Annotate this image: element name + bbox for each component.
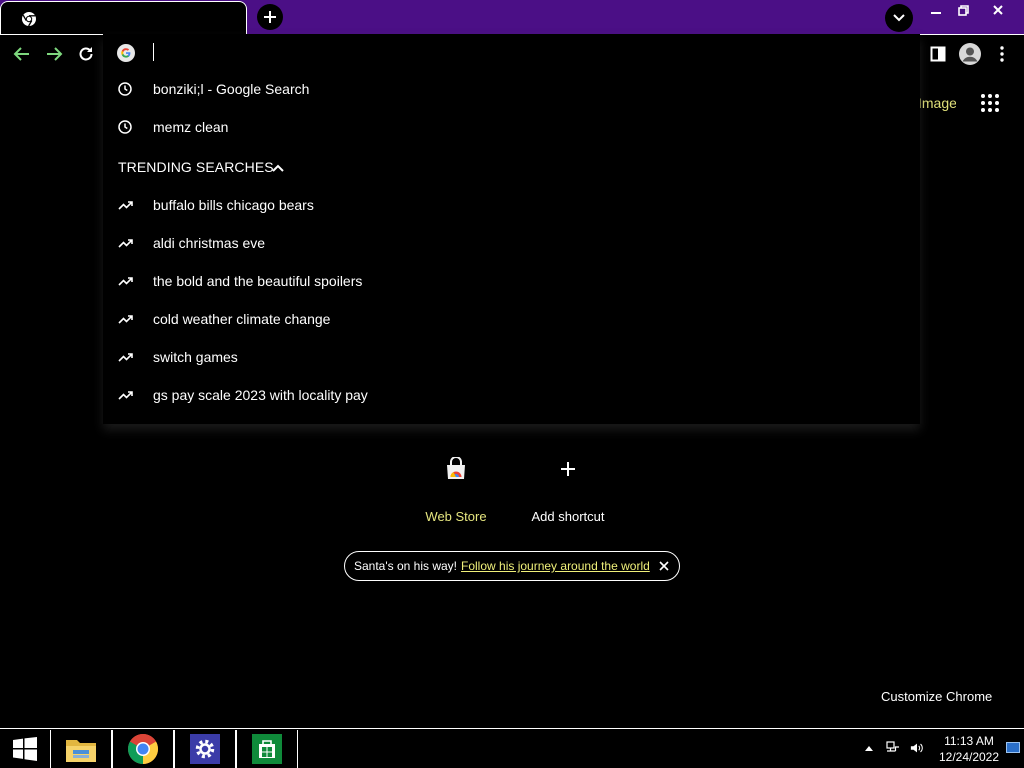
trending-suggestion[interactable]: buffalo bills chicago bears	[103, 186, 920, 224]
suggestion-text: aldi christmas eve	[153, 235, 266, 251]
taskbar-clock[interactable]: 11:13 AM 12/24/2022	[936, 733, 1002, 765]
new-tab-button[interactable]	[257, 4, 283, 30]
more-vertical-icon	[1000, 46, 1004, 62]
close-button[interactable]	[976, 0, 1020, 20]
active-tab[interactable]	[0, 1, 247, 34]
add-shortcut-button[interactable]: Add shortcut	[513, 452, 623, 524]
store-taskbar-button[interactable]	[236, 730, 298, 768]
trending-suggestion[interactable]: switch games	[103, 338, 920, 376]
trending-arrow-icon	[117, 349, 133, 365]
suggestion-text: switch games	[153, 349, 238, 365]
start-button[interactable]	[0, 730, 50, 768]
trending-suggestion[interactable]: aldi christmas eve	[103, 224, 920, 262]
settings-icon	[190, 734, 220, 764]
promo-banner: Santa's on his way! Follow his journey a…	[344, 551, 680, 581]
minimize-button[interactable]	[922, 0, 950, 20]
promo-text: Santa's on his way!	[354, 559, 458, 573]
suggestion-text: cold weather climate change	[153, 311, 331, 327]
omnibox-dropdown: bonziki;l - Google Search memz clean TRE…	[103, 34, 920, 424]
suggestion-text: memz clean	[153, 119, 229, 135]
omnibox-input[interactable]	[151, 40, 891, 66]
restore-icon	[957, 4, 969, 16]
avatar-icon	[959, 43, 981, 65]
chrome-icon	[127, 733, 159, 764]
profile-button[interactable]	[958, 42, 982, 66]
plus-icon	[264, 11, 276, 23]
reload-button[interactable]	[75, 43, 97, 65]
chevron-up-icon[interactable]	[271, 161, 285, 175]
back-button[interactable]	[11, 43, 33, 65]
promo-link[interactable]: Follow his journey around the world	[461, 559, 650, 573]
history-suggestion[interactable]: bonziki;l - Google Search	[103, 70, 920, 108]
close-icon[interactable]	[657, 559, 671, 573]
clock-time: 11:13 AM	[944, 734, 994, 748]
suggestion-text: the bold and the beautiful spoilers	[153, 273, 363, 289]
arrow-left-icon	[13, 47, 29, 61]
trending-arrow-icon	[117, 197, 133, 213]
volume-tray-button[interactable]	[910, 741, 924, 755]
minimize-icon	[931, 12, 941, 14]
reload-icon	[79, 47, 93, 61]
settings-taskbar-button[interactable]	[174, 730, 236, 768]
restore-button[interactable]	[950, 0, 976, 20]
network-tray-button[interactable]	[886, 741, 900, 755]
images-link[interactable]: Images	[918, 95, 956, 111]
show-desktop-icon[interactable]	[1006, 742, 1020, 754]
web-store-icon	[439, 452, 473, 486]
customize-chrome-button[interactable]: Customize Chrome	[881, 689, 992, 704]
chevron-up-icon	[865, 746, 873, 751]
side-panel-button[interactable]	[926, 42, 950, 66]
file-explorer-taskbar-button[interactable]	[50, 730, 112, 768]
arrow-right-icon	[47, 47, 63, 61]
plus-icon	[551, 452, 585, 486]
clock-date: 12/24/2022	[938, 750, 1000, 764]
history-clock-icon	[117, 119, 133, 135]
chevron-down-icon	[893, 14, 905, 22]
chrome-taskbar-button[interactable]	[112, 730, 174, 768]
apps-grid-icon[interactable]	[980, 93, 1000, 113]
tab-search-button[interactable]	[885, 4, 913, 32]
text-caret	[153, 43, 154, 61]
suggestion-text: bonziki;l - Google Search	[153, 81, 310, 97]
trending-arrow-icon	[117, 273, 133, 289]
shortcut-label: Web Store	[425, 509, 487, 524]
trending-suggestion[interactable]: the bold and the beautiful spoilers	[103, 262, 920, 300]
forward-button[interactable]	[43, 43, 65, 65]
suggestion-text: buffalo bills chicago bears	[153, 197, 314, 213]
trending-arrow-icon	[117, 387, 133, 403]
trending-arrow-icon	[117, 235, 133, 251]
shortcut-label: Add shortcut	[531, 509, 605, 524]
side-panel-icon	[930, 46, 946, 62]
show-hidden-icons-button[interactable]	[862, 741, 876, 755]
windows-taskbar: 11:13 AM 12/24/2022	[0, 728, 1024, 768]
history-clock-icon	[117, 81, 133, 97]
store-icon	[252, 734, 282, 764]
google-g-icon	[117, 44, 135, 62]
title-bar	[0, 0, 1024, 34]
file-explorer-icon	[66, 740, 96, 762]
network-icon	[886, 741, 899, 752]
chrome-favicon-icon	[22, 12, 36, 27]
trending-suggestion[interactable]: cold weather climate change	[103, 300, 920, 338]
suggestion-text: gs pay scale 2023 with locality pay	[153, 387, 368, 403]
history-suggestion[interactable]: memz clean	[103, 108, 920, 146]
windows-logo-icon	[13, 737, 37, 761]
shortcut-web-store[interactable]: Web Store	[401, 452, 511, 524]
close-icon	[993, 5, 1003, 15]
trending-suggestion[interactable]: gs pay scale 2023 with locality pay	[103, 376, 920, 414]
speaker-icon	[910, 743, 923, 753]
trending-arrow-icon	[117, 311, 133, 327]
trending-searches-header: TRENDING SEARCHES	[118, 159, 274, 175]
browser-menu-button[interactable]	[990, 42, 1014, 66]
